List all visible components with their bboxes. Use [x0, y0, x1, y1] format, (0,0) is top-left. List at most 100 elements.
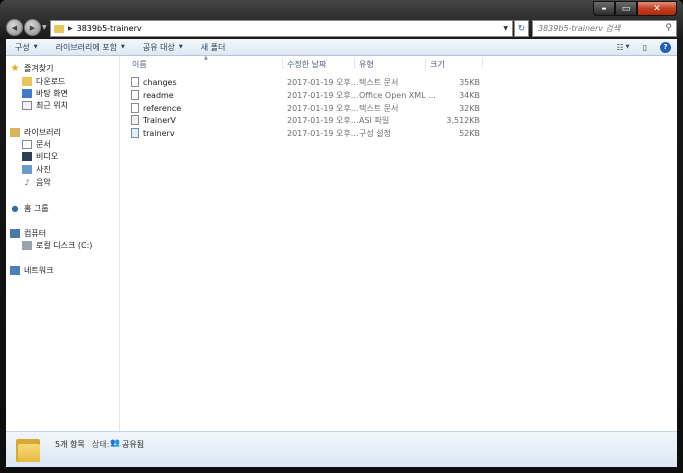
search-icon[interactable]: ⚲: [665, 23, 672, 33]
breadcrumb-current[interactable]: 3839b5-trainerv: [77, 24, 142, 33]
file-row[interactable]: TrainerV 2017-01-19 오후... ASI 파일 3,512KB: [128, 114, 488, 126]
file-date: 2017-01-19 오후...: [287, 90, 359, 100]
sidebar-item-label: 라이브러리: [24, 128, 61, 137]
back-arrow-icon: ◀: [11, 23, 18, 32]
sidebar-item-desktop[interactable]: 바탕 화면: [22, 88, 68, 99]
include-library-label: 라이브러리에 포함: [55, 42, 118, 52]
file-date: 2017-01-19 오후...: [287, 77, 359, 87]
file-date: 2017-01-19 오후...: [287, 115, 359, 125]
sidebar-item-local-disk[interactable]: 로컬 디스크 (C:): [22, 240, 92, 251]
column-divider[interactable]: [425, 58, 426, 69]
file-row[interactable]: reference 2017-01-19 오후... 텍스트 문서 32KB: [128, 102, 488, 114]
forward-arrow-icon: ▶: [29, 23, 36, 32]
recent-places-icon: [22, 101, 32, 110]
sidebar-item-computer[interactable]: 컴퓨터: [10, 228, 46, 239]
refresh-button[interactable]: ↻: [514, 20, 529, 37]
sidebar-item-pictures[interactable]: 사진: [22, 164, 51, 175]
sidebar-item-network[interactable]: 네트워크: [10, 265, 53, 276]
asi-file-icon: [131, 115, 139, 125]
file-name: changes: [143, 77, 177, 87]
sidebar-item-documents[interactable]: 문서: [22, 139, 51, 150]
maximize-button[interactable]: ▭: [615, 1, 637, 16]
minimize-button[interactable]: ▬: [593, 1, 615, 16]
new-folder-button[interactable]: 새 폴더: [192, 42, 235, 53]
pictures-icon: [22, 165, 32, 174]
column-header-size[interactable]: 크기: [430, 59, 445, 70]
text-file-icon: [131, 90, 139, 100]
breadcrumb-separator-icon[interactable]: ▶: [68, 25, 73, 32]
search-box[interactable]: ⚲: [532, 20, 677, 37]
recent-pages-dropdown[interactable]: ▼: [42, 24, 47, 31]
explorer-window: ▬ ▭ ✕ ◀ ▶ ▼ ▶ 3839b5-trainerv ▼ ↻ ⚲ 구성▼ …: [0, 0, 683, 473]
music-icon: ♪: [24, 178, 30, 187]
text-file-icon: [131, 103, 139, 113]
file-date: 2017-01-19 오후...: [287, 128, 359, 138]
search-input[interactable]: [538, 24, 656, 33]
file-size: 34KB: [459, 90, 480, 100]
sidebar-item-libraries[interactable]: 라이브러리: [10, 127, 61, 138]
close-button[interactable]: ✕: [637, 1, 677, 16]
address-dropdown-icon[interactable]: ▼: [503, 25, 508, 32]
folder-icon: [54, 24, 64, 33]
file-type: 텍스트 문서: [359, 77, 399, 87]
text-file-icon: [131, 77, 139, 87]
homegroup-icon: ●: [11, 204, 19, 213]
sidebar-item-label: 로컬 디스크 (C:): [36, 241, 93, 250]
column-header-type[interactable]: 유형: [359, 59, 374, 70]
config-file-icon: [131, 128, 139, 138]
column-divider[interactable]: [354, 58, 355, 69]
column-header-date[interactable]: 수정한 날짜: [287, 59, 326, 70]
videos-icon: [22, 152, 32, 161]
item-count: 5개 항목: [55, 440, 85, 449]
new-folder-label: 새 폴더: [200, 42, 226, 52]
drive-icon: [22, 241, 32, 250]
file-type: Office Open XML ...: [359, 90, 436, 100]
sidebar-item-homegroup[interactable]: ● 홈 그룹: [10, 203, 49, 214]
details-pane: 5개 항목 상태: 👥 공유됨: [6, 431, 677, 467]
navigation-bar: ◀ ▶ ▼ ▶ 3839b5-trainerv ▼ ↻ ⚲: [0, 18, 683, 38]
sidebar-item-recent[interactable]: 최근 위치: [22, 100, 68, 111]
file-row[interactable]: trainerv 2017-01-19 오후... 구성 설정 52KB: [128, 127, 488, 139]
file-name: readme: [143, 90, 174, 100]
column-divider[interactable]: [282, 58, 283, 69]
sidebar-item-label: 바탕 화면: [36, 89, 68, 98]
sidebar-item-downloads[interactable]: 다운로드: [22, 76, 65, 87]
file-size: 32KB: [459, 103, 480, 113]
file-type: 구성 설정: [359, 128, 391, 138]
sidebar-item-favorites[interactable]: ★ 즐겨찾기: [10, 63, 54, 74]
computer-icon: [10, 229, 20, 238]
column-divider[interactable]: [482, 58, 483, 69]
column-header-name[interactable]: 이름: [132, 59, 147, 70]
file-row[interactable]: readme 2017-01-19 오후... Office Open XML …: [128, 89, 488, 101]
file-type: ASI 파일: [359, 115, 390, 125]
help-icon[interactable]: ?: [660, 41, 671, 53]
include-library-button[interactable]: 라이브러리에 포함 ▼: [47, 42, 134, 53]
desktop-icon: [22, 89, 32, 98]
sidebar-item-label: 다운로드: [36, 77, 66, 86]
sort-indicator-icon: ▲: [204, 55, 208, 61]
refresh-icon: ↻: [517, 23, 526, 34]
back-button[interactable]: ◀: [6, 19, 23, 36]
sidebar-item-label: 홈 그룹: [24, 204, 49, 213]
forward-button[interactable]: ▶: [24, 19, 41, 36]
sidebar-item-music[interactable]: ♪ 음악: [22, 177, 51, 188]
file-name: TrainerV: [143, 115, 176, 125]
command-bar: 구성 ▼ 라이브러리에 포함 ▼ 공유 대상 ▼ 새 폴더 ☷ ▼ ▯ ?: [6, 39, 677, 56]
address-bar[interactable]: ▶ 3839b5-trainerv ▼: [50, 20, 513, 37]
sidebar-item-videos[interactable]: 비디오: [22, 151, 58, 162]
sidebar-item-label: 음악: [36, 178, 51, 187]
preview-pane-icon[interactable]: ▯: [638, 41, 652, 53]
main-area: ★ 즐겨찾기 다운로드 바탕 화면 최근 위치 라이브러리 문서 비디오 사진 ♪…: [6, 55, 677, 431]
navigation-pane: ★ 즐겨찾기 다운로드 바탕 화면 최근 위치 라이브러리 문서 비디오 사진 ♪…: [6, 56, 120, 431]
view-options-icon[interactable]: ☷ ▼: [616, 41, 630, 53]
share-with-button[interactable]: 공유 대상 ▼: [134, 42, 192, 53]
maximize-icon: ▭: [621, 3, 631, 14]
state-value: 공유됨: [122, 440, 145, 449]
sidebar-item-label: 최근 위치: [36, 101, 68, 110]
organize-button[interactable]: 구성 ▼: [6, 42, 47, 53]
sidebar-item-label: 문서: [36, 140, 51, 149]
state-label: 상태:: [92, 440, 110, 449]
file-list: ▲ 이름 수정한 날짜 유형 크기 changes 2017-01-19 오후.…: [120, 55, 677, 431]
file-row[interactable]: changes 2017-01-19 오후... 텍스트 문서 35KB: [128, 76, 488, 88]
chevron-down-icon: ▼: [178, 44, 183, 50]
